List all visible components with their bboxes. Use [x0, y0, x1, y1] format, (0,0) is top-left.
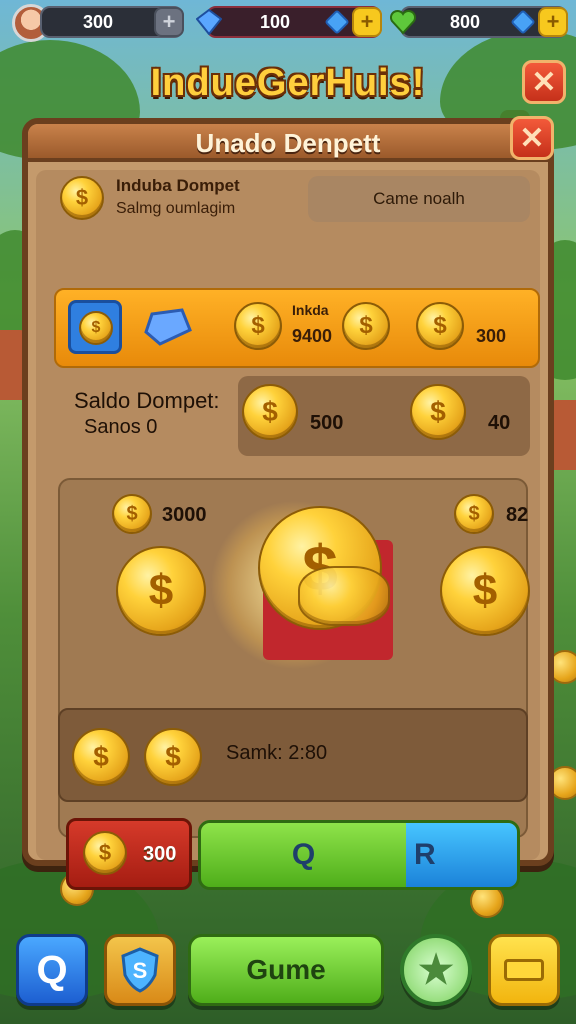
reward-row: $ $ Inkda 9400 $ $ 300 [54, 288, 540, 368]
wallet-action-label: Came noalh [373, 189, 465, 208]
buy-coins-button[interactable]: $ 300 [66, 818, 192, 890]
action-button-group: Q R [198, 820, 520, 890]
gem-count: 100 [259, 11, 291, 32]
diamond-icon [324, 9, 350, 35]
heart-count: 800 [449, 11, 481, 32]
shield-icon: S [121, 947, 159, 993]
coin-icon: $ [416, 302, 464, 350]
coin-icon: $ [72, 728, 130, 786]
balance-right-value: 40 [488, 412, 511, 434]
coin-count: 300 [82, 11, 114, 32]
close-panel-button[interactable]: ✕ [510, 116, 554, 160]
coin-stack-icon [298, 566, 390, 626]
nav-menu-button[interactable] [488, 934, 560, 1006]
add-gems-button[interactable]: + [352, 7, 382, 37]
add-hearts-button[interactable]: + [538, 7, 568, 37]
coin-icon: $ [234, 302, 282, 350]
panel-title: Unado Denpett [28, 124, 548, 162]
wallet-action-button[interactable]: Came noalh [308, 176, 530, 222]
status-box: $ $ Samk: 2:80 [58, 708, 528, 802]
coin-icon: $ [112, 494, 152, 534]
status-text: Samk: 2:80 [226, 742, 328, 764]
wallet-label: Induba Dompet [116, 176, 240, 195]
coin-counter: 300 + [40, 6, 184, 38]
nav-play-button[interactable]: Gume [188, 934, 384, 1006]
coin-icon: $ [440, 546, 530, 636]
balance-sub: Sanos 0 [84, 416, 158, 438]
gem-counter: 100 + [196, 6, 382, 38]
exchange-icon[interactable]: $ [68, 300, 122, 354]
wallet-panel: Unado Denpett ✕ $ Induba Dompet Salmg ou… [22, 116, 554, 890]
menu-icon [504, 959, 544, 981]
game-title: IndueGerHuis! [150, 62, 426, 104]
play-label: Gume [246, 954, 326, 985]
wallet-sublabel: Salmg oumlagim [116, 200, 236, 217]
nav-search-button[interactable]: Q [16, 934, 88, 1006]
coin-icon: $ [342, 302, 390, 350]
close-game-button[interactable]: ✕ [522, 60, 566, 104]
reward-tag: Inkda [292, 302, 329, 318]
coin-icon: $ [410, 384, 466, 440]
area-right-value: 82 [506, 504, 529, 526]
gem-icon [196, 9, 222, 35]
coin-icon: $ [116, 546, 206, 636]
coin-icon: $ [144, 728, 202, 786]
panel-body: $ Induba Dompet Salmg oumlagim Came noal… [36, 170, 540, 890]
nav-shield-button[interactable]: S [104, 934, 176, 1006]
balance-mid-value: 500 [310, 412, 344, 434]
coin-icon: $ [242, 384, 298, 440]
gem-box-icon [144, 308, 192, 346]
search-action-label: Q [291, 838, 316, 871]
coin-icon: $ [60, 176, 104, 220]
heart-counter: 800 + [390, 6, 568, 38]
svg-text:S: S [133, 958, 148, 983]
reward-coin-value: 9400 [292, 326, 333, 346]
buy-coins-value: 300 [143, 843, 177, 865]
heart-icon [390, 9, 416, 35]
reward-action-label: R [414, 838, 436, 871]
balance-box: $ 500 $ 40 [238, 376, 530, 456]
diamond-icon [510, 9, 536, 35]
add-coins-button[interactable]: + [154, 7, 184, 37]
reward-right-value: 300 [476, 326, 507, 346]
area-left-value: 3000 [162, 504, 207, 526]
coin-icon: $ [83, 831, 127, 875]
resource-bar: 300 + 100 + 800 + [0, 0, 576, 46]
search-icon: Q [36, 947, 68, 992]
nav-star-button[interactable]: ★ [400, 934, 472, 1006]
reward-action-button[interactable]: R [406, 823, 517, 887]
star-icon: ★ [418, 948, 454, 992]
coin-icon: $ [454, 494, 494, 534]
balance-label: Saldo Dompet: [74, 388, 220, 413]
search-action-button[interactable]: Q [201, 823, 406, 887]
